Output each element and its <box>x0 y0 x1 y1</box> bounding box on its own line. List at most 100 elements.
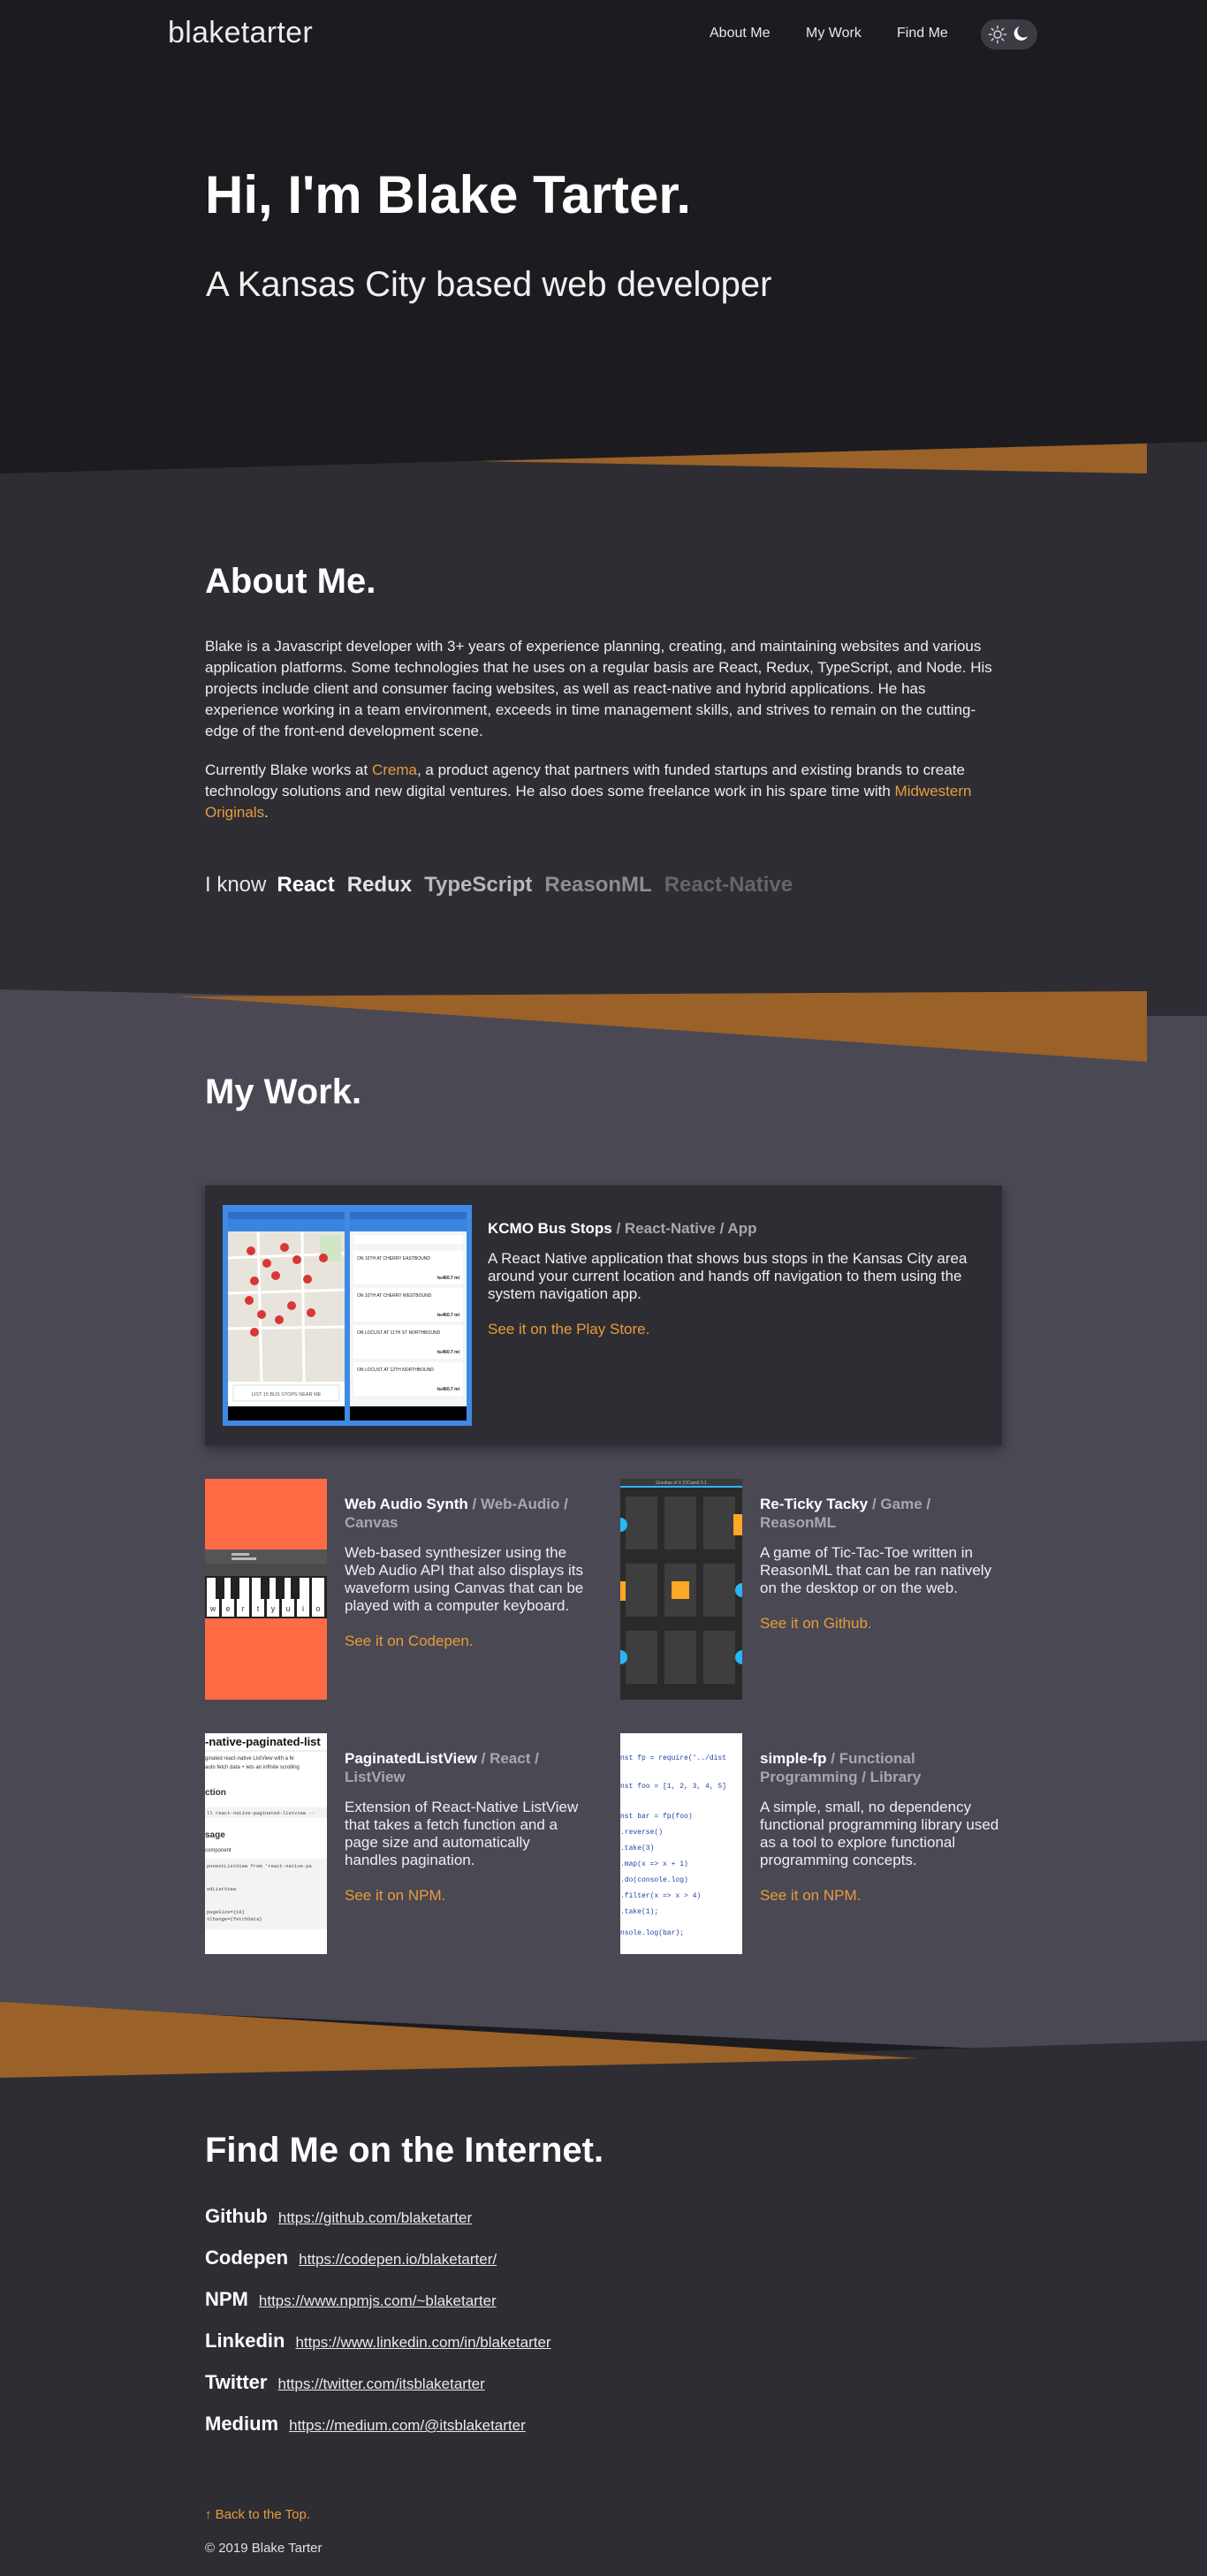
thumb-line: tChange={fetchData} <box>207 1916 262 1922</box>
thumb-line: ll react-native-paginated-listview -- <box>207 1810 315 1816</box>
social-name-github: Github <box>205 2205 268 2227</box>
github-profile-link[interactable]: https://github.com/blaketarter <box>278 2209 472 2227</box>
phone-distance-3: №460.7 mi <box>437 1350 460 1355</box>
npm-link-simple-fp[interactable]: See it on NPM. <box>760 1887 1000 1905</box>
phone-distance-2: №460.7 mi <box>437 1313 460 1318</box>
sun-icon <box>988 25 1007 44</box>
code-line: .take(3) <box>620 1845 654 1852</box>
code-line: .map(x => x + 1) <box>620 1860 688 1868</box>
skill-redux: Redux <box>346 873 413 897</box>
simple-fp-title: simple-fp / Functional Programming / Lib… <box>760 1750 922 1785</box>
skills-list: I know React Redux TypeScript ReasonML R… <box>205 873 805 898</box>
social-name-codepen: Codepen <box>205 2246 289 2269</box>
thumb-line: edListView <box>207 1886 237 1892</box>
github-link[interactable]: See it on Github. <box>760 1615 1000 1633</box>
top-nav: blaketarter About Me My Work Find Me <box>0 0 1207 69</box>
featured-project-title: KCMO Bus Stops / React-Native / App <box>488 1220 757 1237</box>
about-paragraph-2: Currently Blake works at Crema, a produc… <box>205 761 972 821</box>
code-line: .filter(x => x > 4) <box>620 1892 701 1900</box>
back-to-top-link[interactable]: ↑ Back to the Top. <box>205 2507 310 2522</box>
skill-react-native: React-Native <box>664 873 793 897</box>
web-audio-synth-description: Web-based synthesizer using the Web Audi… <box>345 1544 584 1614</box>
synth-key-label: w <box>209 1604 216 1613</box>
phone-list-item-3: ON LOCUST AT 11TH ST NORTHBOUND <box>357 1330 441 1336</box>
synth-key-label: i <box>302 1604 304 1613</box>
about-paragraph-1: Blake is a Javascript developer with 3+ … <box>205 638 992 739</box>
featured-project-description: A React Native application that shows bu… <box>488 1250 968 1302</box>
phone-map-button: LIST 15 BUS STOPS NEAR ME <box>252 1392 322 1398</box>
nav-link-work[interactable]: My Work <box>806 26 862 42</box>
work-title: My Work. <box>205 1072 362 1111</box>
synth-key-label: e <box>225 1604 230 1613</box>
featured-project-card: LIST 15 BUS STOPS NEAR ME ON 10TH AT CHE… <box>205 1186 1002 1445</box>
code-line: .reverse() <box>620 1829 663 1837</box>
play-store-link[interactable]: See it on the Play Store. <box>488 1321 983 1338</box>
web-audio-synth-title: Web Audio Synth / Web-Audio / Canvas <box>345 1496 568 1531</box>
skill-react: React <box>277 873 335 897</box>
web-audio-synth-thumbnail: w e r t y u i o <box>205 1479 327 1700</box>
social-name-npm: NPM <box>205 2288 248 2310</box>
social-github: Github https://github.com/blaketarter <box>205 2205 472 2228</box>
find-me-title: Find Me on the Internet. <box>205 2131 604 2170</box>
medium-profile-link[interactable]: https://medium.com/@itsblaketarter <box>289 2417 526 2435</box>
synth-key-label: r <box>242 1604 245 1613</box>
hero-subtitle: A Kansas City based web developer <box>206 265 772 304</box>
skill-typescript: TypeScript <box>424 873 533 897</box>
paginated-listview-thumbnail: -native-paginated-list ginated react-nat… <box>205 1733 327 1954</box>
simple-fp-description: A simple, small, no dependency functiona… <box>760 1799 999 1868</box>
thumb-heading: -native-paginated-list <box>205 1735 321 1748</box>
linkedin-profile-link[interactable]: https://www.linkedin.com/in/blaketarter <box>295 2334 550 2352</box>
thumb-line: pageSize={10} <box>207 1909 245 1915</box>
codepen-link[interactable]: See it on Codepen. <box>345 1633 585 1650</box>
thumb-line: ction <box>205 1788 226 1798</box>
thumb-line: component <box>205 1848 232 1853</box>
nav-link-about[interactable]: About Me <box>710 26 770 42</box>
synth-key-label: u <box>285 1604 290 1613</box>
synth-key-label: o <box>315 1604 320 1613</box>
kcmo-bus-stops-screenshot: LIST 15 BUS STOPS NEAR ME ON 10TH AT CHE… <box>223 1205 472 1426</box>
featured-project-text: KCMO Bus Stops / React-Native / App A Re… <box>488 1219 983 1338</box>
re-ticky-tacky-text: Re-Ticky Tacky / Game / ReasonML A game … <box>760 1495 1000 1633</box>
social-name-twitter: Twitter <box>205 2371 268 2393</box>
npm-profile-link[interactable]: https://www.npmjs.com/~blaketarter <box>259 2292 497 2310</box>
social-linkedin: Linkedin https://www.linkedin.com/in/bla… <box>205 2330 551 2352</box>
npm-link-paginated[interactable]: See it on NPM. <box>345 1887 585 1905</box>
thumb-line: ginated react-native ListView with a fe <box>205 1756 294 1762</box>
re-ticky-tacky-title: Re-Ticky Tacky / Game / ReasonML <box>760 1496 931 1531</box>
about-title: About Me. <box>205 562 376 601</box>
paginated-listview-description: Extension of React-Native ListView that … <box>345 1799 579 1868</box>
web-audio-synth-text: Web Audio Synth / Web-Audio / Canvas Web… <box>345 1495 585 1650</box>
code-line: nst fp = require('../dist <box>620 1754 726 1762</box>
social-npm: NPM https://www.npmjs.com/~blaketarter <box>205 2288 497 2311</box>
nav-link-find[interactable]: Find Me <box>897 26 948 42</box>
simple-fp-text: simple-fp / Functional Programming / Lib… <box>760 1749 1000 1905</box>
re-ticky-tacky-thumbnail: Gravitas of X (OCaml) 0.1 <box>620 1479 742 1700</box>
thumb-line: ponentListView from 'react-native-pa <box>207 1863 313 1869</box>
phone-list-item-1: ON 10TH AT CHERRY EASTBOUND <box>357 1256 430 1261</box>
moon-icon <box>1013 27 1028 41</box>
simple-fp-thumbnail: nst fp = require('../dist nst foo = [1, … <box>620 1733 742 1954</box>
thumb-line: sage <box>205 1830 225 1840</box>
re-ticky-tacky-description: A game of Tic-Tac-Toe written in ReasonM… <box>760 1544 992 1596</box>
brand-logo[interactable]: blaketarter <box>168 16 313 50</box>
phone-list-item-4: ON LOCUST AT 12TH NORTHBOUND <box>357 1368 434 1373</box>
phone-list-item-2: ON 10TH AT CHERRY WESTBOUND <box>357 1293 432 1299</box>
code-line: nsole.log(bar); <box>620 1929 684 1937</box>
copyright: © 2019 Blake Tarter <box>205 2541 323 2556</box>
code-line: nst foo = [1, 2, 3, 4, 5] <box>620 1783 726 1791</box>
theme-toggle[interactable] <box>981 19 1037 49</box>
hero-title: Hi, I'm Blake Tarter. <box>205 165 692 224</box>
paginated-listview-title: PaginatedListView / React / ListView <box>345 1750 539 1785</box>
thumb-line: auto fetch data + lets an infinite scrol… <box>205 1765 300 1770</box>
paginated-listview-text: PaginatedListView / React / ListView Ext… <box>345 1749 585 1905</box>
crema-link[interactable]: Crema <box>372 761 417 778</box>
twitter-profile-link[interactable]: https://twitter.com/itsblaketarter <box>277 2375 484 2393</box>
social-name-linkedin: Linkedin <box>205 2330 285 2352</box>
phone-distance-1: №460.7 mi <box>437 1276 460 1281</box>
code-line: .do(console.log) <box>620 1876 688 1884</box>
codepen-profile-link[interactable]: https://codepen.io/blaketarter/ <box>299 2251 497 2269</box>
game-window-title: Gravitas of X (OCaml) 0.1 <box>656 1481 707 1486</box>
phone-distance-4: №460.7 mi <box>437 1387 460 1392</box>
skills-lead: I know <box>205 873 267 897</box>
phone-mockups: LIST 15 BUS STOPS NEAR ME ON 10TH AT CHE… <box>227 1212 467 1421</box>
